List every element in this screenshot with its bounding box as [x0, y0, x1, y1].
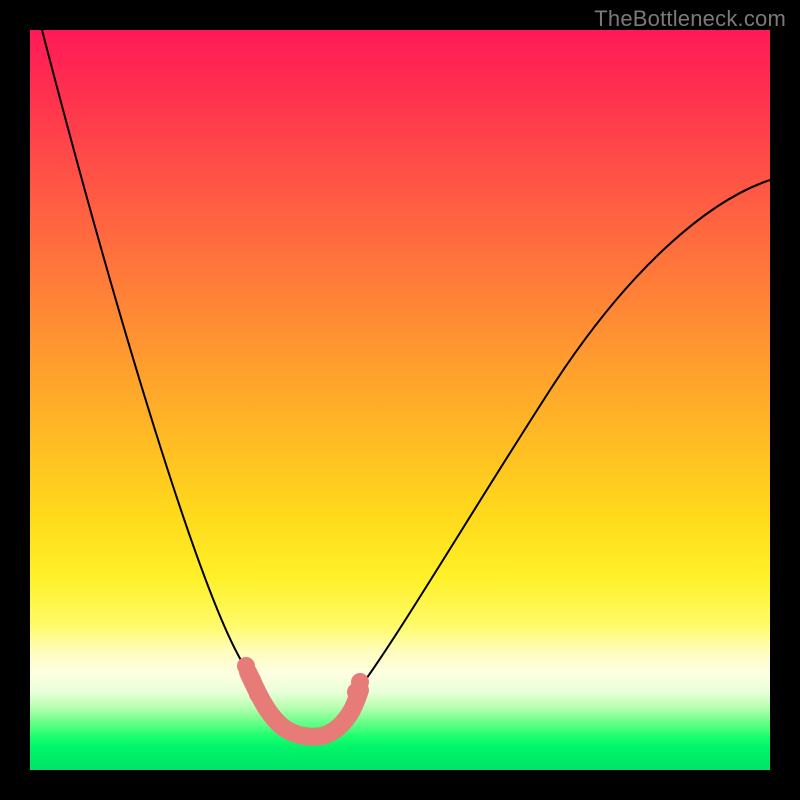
- chart-svg: [30, 30, 770, 770]
- valley-pink-dots-right: [351, 673, 369, 691]
- valley-pink-dots-left: [249, 685, 267, 703]
- watermark-text: TheBottleneck.com: [594, 6, 786, 32]
- right-curve: [352, 180, 770, 698]
- left-curve: [42, 30, 270, 702]
- chart-plot-area: [30, 30, 770, 770]
- valley-pink-band: [248, 672, 360, 737]
- chart-frame: TheBottleneck.com: [0, 0, 800, 800]
